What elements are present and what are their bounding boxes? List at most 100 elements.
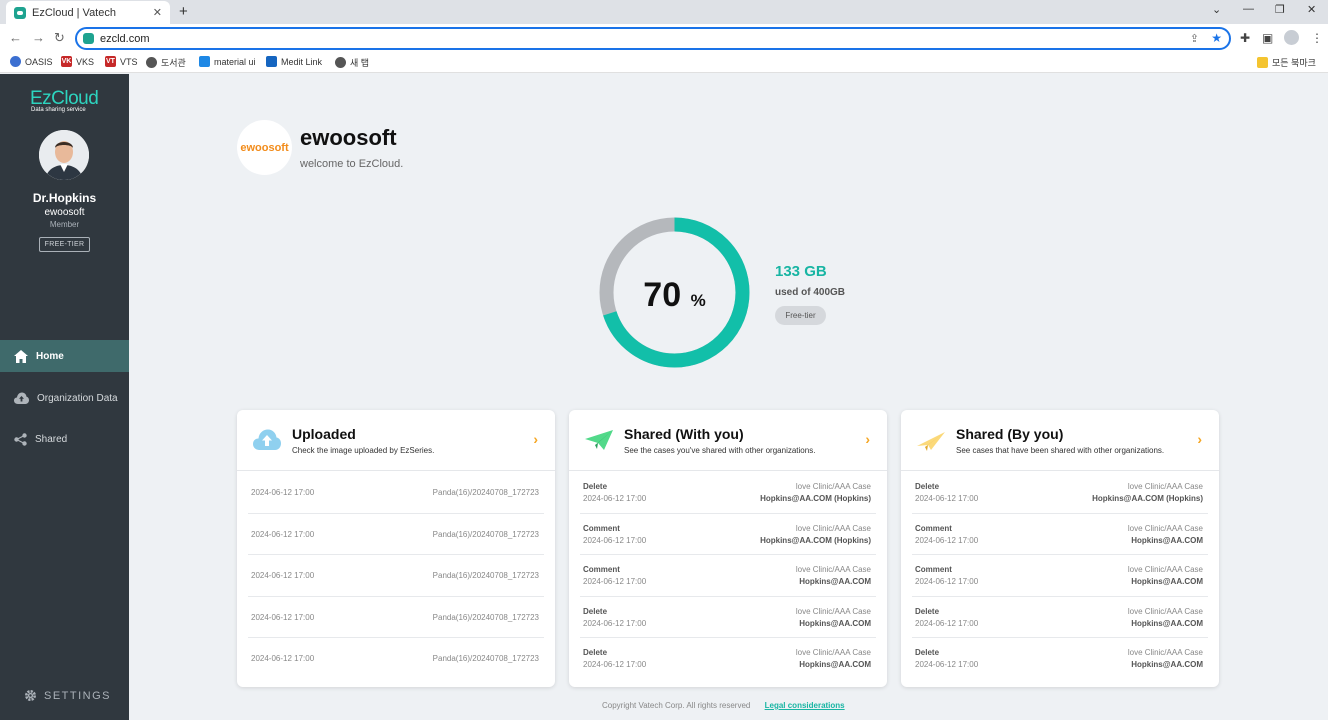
item-case: love Clinic/AAA Case [1127, 523, 1203, 533]
chevron-right-icon[interactable]: › [1197, 431, 1202, 447]
card-header[interactable]: Shared (With you) See the cases you've s… [569, 410, 887, 471]
bookmark-label: VTS [120, 56, 138, 67]
footer: Copyright Vatech Corp. All rights reserv… [602, 701, 845, 710]
list-item[interactable]: 2024-06-12 17:00 Panda(16)/20240708_17272… [248, 597, 544, 638]
item-file: Panda(16)/20240708_172723 [432, 654, 539, 663]
item-user: Hopkins@AA.COM (Hopkins) [760, 535, 871, 545]
item-case: love Clinic/AAA Case [795, 606, 871, 616]
user-photo-icon [39, 130, 89, 180]
list-item[interactable]: 2024-06-12 17:00 Panda(16)/20240708_17272… [248, 514, 544, 555]
list-item[interactable]: Comment 2024-06-12 17:00 love Clinic/AAA C… [912, 555, 1208, 597]
bookmark-label: material ui [214, 56, 256, 67]
bookmark-label: Medit Link [281, 56, 323, 67]
bookmark-material-ui[interactable]: material ui [199, 56, 256, 67]
tab-close-icon[interactable]: ✕ [153, 6, 162, 19]
back-icon[interactable]: ← [9, 30, 22, 45]
menu-kebab-icon[interactable]: ⋮ [1311, 31, 1323, 45]
card-subtitle: See cases that have been shared with oth… [956, 446, 1165, 455]
all-bookmarks-label: 모든 북마크 [1272, 58, 1316, 68]
item-action: Comment [583, 523, 620, 533]
item-action: Delete [583, 482, 608, 491]
user-name: Dr.Hopkins [32, 191, 97, 205]
tier-pill: Free-tier [775, 306, 826, 325]
item-action: Delete [915, 606, 940, 616]
all-bookmarks[interactable]: 모든 북마크 [1257, 56, 1316, 69]
globe-icon [146, 57, 157, 68]
item-action: Comment [915, 523, 952, 533]
bookmark-medit-link[interactable]: Medit Link [266, 56, 322, 67]
cloud-upload-icon [253, 429, 281, 450]
list-item[interactable]: Delete 2024-06-12 17:00 love Clinic/AAA Ca… [580, 597, 876, 638]
sidebar-item-organization-data[interactable]: Organization Data [0, 382, 129, 414]
card-header[interactable]: Uploaded Check the image uploaded by EzS… [237, 410, 555, 471]
vks-icon: VK [61, 56, 72, 67]
bookmark-new-tab[interactable]: 새 탭 [335, 56, 369, 69]
sidebar-item-home[interactable]: Home [0, 340, 129, 372]
list-item[interactable]: Delete 2024-06-12 17:00 love Clinic/AAA Ca… [912, 597, 1208, 638]
browser-tab[interactable]: EzCloud | Vatech ✕ [6, 1, 170, 24]
side-panel-icon[interactable]: ▣ [1262, 31, 1273, 45]
list-item[interactable]: 2024-06-12 17:00 Panda(16)/20240708_17272… [248, 472, 544, 514]
legal-link[interactable]: Legal considerations [765, 701, 845, 710]
new-tab-icon[interactable]: + [179, 3, 188, 20]
item-file: Panda(16)/20240708_172723 [432, 529, 539, 539]
item-date: 2024-06-12 17:00 [251, 529, 315, 539]
minimize-icon[interactable]: — [1243, 3, 1254, 15]
window-close-icon[interactable]: ✕ [1307, 3, 1316, 16]
item-user: Hopkins@AA.COM [799, 577, 871, 586]
item-date: 2024-06-12 17:00 [915, 577, 979, 586]
home-icon [14, 349, 28, 363]
settings-button[interactable]: SETTINGS [24, 689, 111, 702]
card-header[interactable]: Shared (By you) See cases that have been… [901, 410, 1219, 471]
reload-icon[interactable]: ↻ [54, 30, 65, 46]
item-date: 2024-06-12 17:00 [251, 571, 315, 580]
share-icon[interactable]: ⇪ [1190, 32, 1199, 45]
profile-avatar-icon[interactable] [1284, 30, 1299, 45]
list-item[interactable]: Delete 2024-06-12 17:00 love Clinic/AAA Ca… [912, 638, 1208, 680]
forward-icon[interactable]: → [32, 30, 45, 45]
bookmark-label: VKS [76, 56, 95, 67]
tab-title: EzCloud | Vatech [32, 6, 116, 19]
list-item[interactable]: Comment 2024-06-12 17:00 love Clinic/AAA C… [912, 514, 1208, 555]
bookmark-vks[interactable]: VK VKS [61, 56, 94, 67]
chevron-right-icon[interactable]: › [865, 431, 870, 447]
bookmark-library[interactable]: 도서관 [146, 56, 186, 69]
bookmark-star-icon[interactable]: ★ [1211, 31, 1222, 45]
cloud-upload-icon [14, 392, 29, 404]
bookmark-vts[interactable]: VT VTS [105, 56, 138, 67]
welcome-text: welcome to EzCloud. [300, 158, 404, 170]
list-item[interactable]: 2024-06-12 17:00 Panda(16)/20240708_17272… [248, 555, 544, 597]
storage-used-of: used of 400GB [775, 287, 846, 298]
vts-icon: VT [105, 56, 116, 67]
item-user: Hopkins@AA.COM [1131, 618, 1203, 628]
item-action: Delete [583, 606, 608, 616]
bookmark-oasis[interactable]: OASIS [10, 56, 53, 67]
url-text: ezcld.com [100, 32, 150, 45]
item-action: Delete [915, 648, 940, 657]
list-item[interactable]: Delete 2024-06-12 17:00 love Clinic/AAA Ca… [580, 472, 876, 514]
extensions-icon[interactable]: ✚ [1240, 31, 1250, 45]
list-item[interactable]: 2024-06-12 17:00 Panda(16)/20240708_17272… [248, 638, 544, 680]
bookmark-label: OASIS [25, 56, 53, 67]
tab-search-icon[interactable]: ⌄ [1212, 3, 1221, 16]
item-date: 2024-06-12 17:00 [915, 535, 979, 545]
list-item[interactable]: Comment 2024-06-12 17:00 love Clinic/AAA C… [580, 514, 876, 555]
card-title: Shared (With you) [624, 426, 744, 442]
chevron-right-icon[interactable]: › [533, 431, 538, 447]
folder-icon [1257, 57, 1268, 68]
bookmarks-bar: OASIS VK VKS VT VTS 도서관 material ui Medi… [0, 52, 1328, 73]
restore-icon[interactable]: ❐ [1275, 3, 1285, 16]
list-item[interactable]: Comment 2024-06-12 17:00 love Clinic/AAA C… [580, 555, 876, 597]
item-user: Hopkins@AA.COM [1131, 577, 1203, 586]
item-user: Hopkins@AA.COM [799, 660, 871, 669]
sidebar: EzCloud Data sharing service Dr.Hopkins … [0, 74, 129, 720]
list-item[interactable]: Delete 2024-06-12 17:00 love Clinic/AAA Ca… [912, 472, 1208, 514]
item-case: love Clinic/AAA Case [795, 648, 871, 657]
ezcloud-favicon-icon [14, 6, 26, 19]
shared-with-you-card: Shared (With you) See the cases you've s… [569, 410, 887, 687]
address-bar[interactable]: ezcld.com ⇪ ★ [75, 27, 1231, 50]
list-item[interactable]: Delete 2024-06-12 17:00 love Clinic/AAA Ca… [580, 638, 876, 680]
avatar[interactable] [39, 130, 89, 180]
gear-icon [25, 690, 36, 701]
sidebar-item-shared[interactable]: Shared [0, 423, 129, 455]
